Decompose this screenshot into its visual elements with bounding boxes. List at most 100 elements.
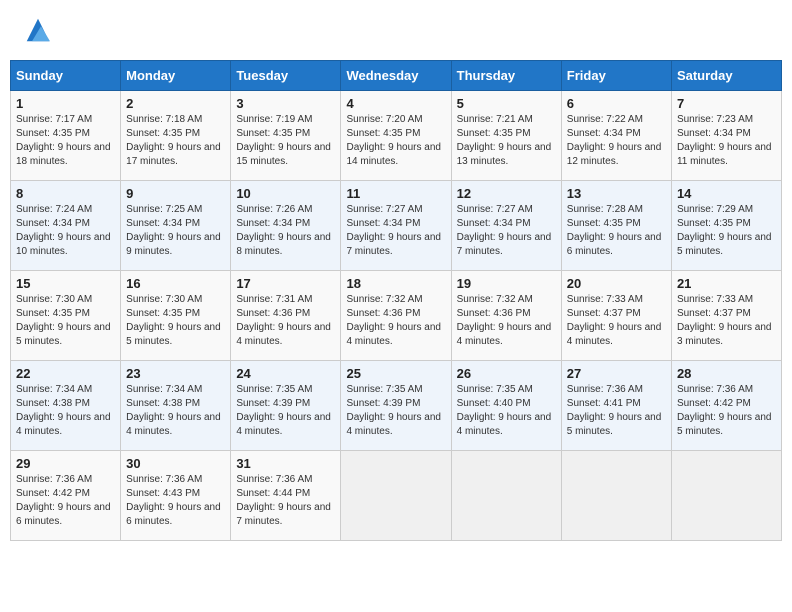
calendar-day-cell: 18 Sunrise: 7:32 AM Sunset: 4:36 PM Dayl…: [341, 271, 451, 361]
calendar-day-cell: 11 Sunrise: 7:27 AM Sunset: 4:34 PM Dayl…: [341, 181, 451, 271]
calendar-day-cell: 10 Sunrise: 7:26 AM Sunset: 4:34 PM Dayl…: [231, 181, 341, 271]
day-number: 24: [236, 366, 335, 381]
day-info: Sunrise: 7:22 AM Sunset: 4:34 PM Dayligh…: [567, 114, 662, 167]
calendar-header-row: SundayMondayTuesdayWednesdayThursdayFrid…: [11, 61, 782, 91]
day-number: 15: [16, 276, 115, 291]
day-info: Sunrise: 7:36 AM Sunset: 4:44 PM Dayligh…: [236, 474, 331, 527]
day-info: Sunrise: 7:31 AM Sunset: 4:36 PM Dayligh…: [236, 294, 331, 347]
day-number: 17: [236, 276, 335, 291]
day-info: Sunrise: 7:32 AM Sunset: 4:36 PM Dayligh…: [457, 294, 552, 347]
day-number: 23: [126, 366, 225, 381]
calendar-day-cell: 23 Sunrise: 7:34 AM Sunset: 4:38 PM Dayl…: [121, 361, 231, 451]
calendar-day-cell: 4 Sunrise: 7:20 AM Sunset: 4:35 PM Dayli…: [341, 91, 451, 181]
day-info: Sunrise: 7:23 AM Sunset: 4:34 PM Dayligh…: [677, 114, 772, 167]
calendar-day-cell: 26 Sunrise: 7:35 AM Sunset: 4:40 PM Dayl…: [451, 361, 561, 451]
day-info: Sunrise: 7:25 AM Sunset: 4:34 PM Dayligh…: [126, 204, 221, 257]
calendar-day-cell: 13 Sunrise: 7:28 AM Sunset: 4:35 PM Dayl…: [561, 181, 671, 271]
day-info: Sunrise: 7:33 AM Sunset: 4:37 PM Dayligh…: [567, 294, 662, 347]
calendar-day-cell: 21 Sunrise: 7:33 AM Sunset: 4:37 PM Dayl…: [671, 271, 781, 361]
day-info: Sunrise: 7:28 AM Sunset: 4:35 PM Dayligh…: [567, 204, 662, 257]
day-info: Sunrise: 7:32 AM Sunset: 4:36 PM Dayligh…: [346, 294, 441, 347]
day-number: 9: [126, 186, 225, 201]
day-number: 28: [677, 366, 776, 381]
calendar-day-cell: 15 Sunrise: 7:30 AM Sunset: 4:35 PM Dayl…: [11, 271, 121, 361]
calendar-day-cell: [341, 451, 451, 541]
day-number: 19: [457, 276, 556, 291]
day-number: 27: [567, 366, 666, 381]
day-number: 11: [346, 186, 445, 201]
day-number: 14: [677, 186, 776, 201]
day-info: Sunrise: 7:21 AM Sunset: 4:35 PM Dayligh…: [457, 114, 552, 167]
calendar-day-cell: 1 Sunrise: 7:17 AM Sunset: 4:35 PM Dayli…: [11, 91, 121, 181]
calendar-day-cell: 12 Sunrise: 7:27 AM Sunset: 4:34 PM Dayl…: [451, 181, 561, 271]
day-info: Sunrise: 7:34 AM Sunset: 4:38 PM Dayligh…: [16, 384, 111, 437]
logo-icon: [23, 15, 53, 45]
day-number: 30: [126, 456, 225, 471]
day-number: 4: [346, 96, 445, 111]
page-header: [10, 10, 782, 50]
day-number: 12: [457, 186, 556, 201]
day-number: 3: [236, 96, 335, 111]
day-of-week-header: Wednesday: [341, 61, 451, 91]
day-info: Sunrise: 7:30 AM Sunset: 4:35 PM Dayligh…: [126, 294, 221, 347]
calendar-day-cell: 25 Sunrise: 7:35 AM Sunset: 4:39 PM Dayl…: [341, 361, 451, 451]
calendar-day-cell: 5 Sunrise: 7:21 AM Sunset: 4:35 PM Dayli…: [451, 91, 561, 181]
calendar-day-cell: 16 Sunrise: 7:30 AM Sunset: 4:35 PM Dayl…: [121, 271, 231, 361]
day-of-week-header: Sunday: [11, 61, 121, 91]
day-number: 21: [677, 276, 776, 291]
day-info: Sunrise: 7:20 AM Sunset: 4:35 PM Dayligh…: [346, 114, 441, 167]
day-info: Sunrise: 7:34 AM Sunset: 4:38 PM Dayligh…: [126, 384, 221, 437]
calendar-day-cell: 6 Sunrise: 7:22 AM Sunset: 4:34 PM Dayli…: [561, 91, 671, 181]
day-number: 10: [236, 186, 335, 201]
day-of-week-header: Friday: [561, 61, 671, 91]
calendar-day-cell: 2 Sunrise: 7:18 AM Sunset: 4:35 PM Dayli…: [121, 91, 231, 181]
calendar-day-cell: [671, 451, 781, 541]
calendar-day-cell: [561, 451, 671, 541]
day-info: Sunrise: 7:19 AM Sunset: 4:35 PM Dayligh…: [236, 114, 331, 167]
day-of-week-header: Monday: [121, 61, 231, 91]
calendar-day-cell: [451, 451, 561, 541]
day-number: 25: [346, 366, 445, 381]
day-of-week-header: Saturday: [671, 61, 781, 91]
day-info: Sunrise: 7:33 AM Sunset: 4:37 PM Dayligh…: [677, 294, 772, 347]
day-of-week-header: Tuesday: [231, 61, 341, 91]
day-info: Sunrise: 7:29 AM Sunset: 4:35 PM Dayligh…: [677, 204, 772, 257]
calendar-day-cell: 24 Sunrise: 7:35 AM Sunset: 4:39 PM Dayl…: [231, 361, 341, 451]
day-number: 26: [457, 366, 556, 381]
calendar-day-cell: 17 Sunrise: 7:31 AM Sunset: 4:36 PM Dayl…: [231, 271, 341, 361]
day-info: Sunrise: 7:36 AM Sunset: 4:41 PM Dayligh…: [567, 384, 662, 437]
day-info: Sunrise: 7:35 AM Sunset: 4:40 PM Dayligh…: [457, 384, 552, 437]
day-info: Sunrise: 7:18 AM Sunset: 4:35 PM Dayligh…: [126, 114, 221, 167]
day-number: 31: [236, 456, 335, 471]
day-info: Sunrise: 7:36 AM Sunset: 4:42 PM Dayligh…: [677, 384, 772, 437]
day-number: 8: [16, 186, 115, 201]
day-info: Sunrise: 7:30 AM Sunset: 4:35 PM Dayligh…: [16, 294, 111, 347]
calendar-day-cell: 27 Sunrise: 7:36 AM Sunset: 4:41 PM Dayl…: [561, 361, 671, 451]
calendar-day-cell: 8 Sunrise: 7:24 AM Sunset: 4:34 PM Dayli…: [11, 181, 121, 271]
calendar-table: SundayMondayTuesdayWednesdayThursdayFrid…: [10, 60, 782, 541]
day-number: 20: [567, 276, 666, 291]
calendar-day-cell: 7 Sunrise: 7:23 AM Sunset: 4:34 PM Dayli…: [671, 91, 781, 181]
calendar-day-cell: 20 Sunrise: 7:33 AM Sunset: 4:37 PM Dayl…: [561, 271, 671, 361]
day-number: 18: [346, 276, 445, 291]
day-info: Sunrise: 7:35 AM Sunset: 4:39 PM Dayligh…: [236, 384, 331, 437]
day-of-week-header: Thursday: [451, 61, 561, 91]
day-number: 5: [457, 96, 556, 111]
day-info: Sunrise: 7:35 AM Sunset: 4:39 PM Dayligh…: [346, 384, 441, 437]
day-info: Sunrise: 7:36 AM Sunset: 4:43 PM Dayligh…: [126, 474, 221, 527]
day-number: 1: [16, 96, 115, 111]
day-info: Sunrise: 7:26 AM Sunset: 4:34 PM Dayligh…: [236, 204, 331, 257]
calendar-day-cell: 29 Sunrise: 7:36 AM Sunset: 4:42 PM Dayl…: [11, 451, 121, 541]
day-info: Sunrise: 7:27 AM Sunset: 4:34 PM Dayligh…: [346, 204, 441, 257]
calendar-week-row: 22 Sunrise: 7:34 AM Sunset: 4:38 PM Dayl…: [11, 361, 782, 451]
day-info: Sunrise: 7:36 AM Sunset: 4:42 PM Dayligh…: [16, 474, 111, 527]
day-number: 13: [567, 186, 666, 201]
calendar-week-row: 1 Sunrise: 7:17 AM Sunset: 4:35 PM Dayli…: [11, 91, 782, 181]
calendar-week-row: 8 Sunrise: 7:24 AM Sunset: 4:34 PM Dayli…: [11, 181, 782, 271]
calendar-week-row: 29 Sunrise: 7:36 AM Sunset: 4:42 PM Dayl…: [11, 451, 782, 541]
day-number: 29: [16, 456, 115, 471]
day-number: 16: [126, 276, 225, 291]
calendar-day-cell: 19 Sunrise: 7:32 AM Sunset: 4:36 PM Dayl…: [451, 271, 561, 361]
calendar-day-cell: 22 Sunrise: 7:34 AM Sunset: 4:38 PM Dayl…: [11, 361, 121, 451]
day-number: 7: [677, 96, 776, 111]
